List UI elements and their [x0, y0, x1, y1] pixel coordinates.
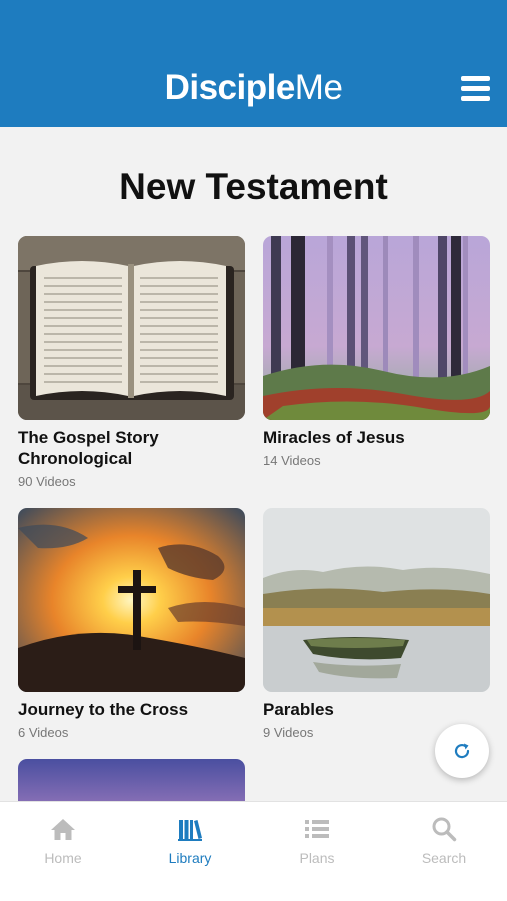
- tab-library[interactable]: Library: [127, 802, 253, 901]
- search-icon: [432, 817, 457, 842]
- library-icon: [178, 820, 202, 841]
- series-title: Parables: [263, 700, 334, 719]
- series-thumbnail-misty-forest: [263, 236, 490, 420]
- series-title: Journey to the Cross: [18, 700, 189, 719]
- app-header: DiscipleMe: [0, 0, 507, 127]
- page-title: New Testament: [119, 166, 388, 207]
- series-thumbnail-open-bible: [18, 236, 245, 420]
- list-icon: [305, 820, 329, 838]
- tab-home[interactable]: Home: [0, 802, 126, 901]
- home-icon: [51, 819, 75, 840]
- app-logo: DiscipleMe: [164, 68, 343, 107]
- series-title: The Gospel Story Chronological: [18, 428, 159, 468]
- series-thumbnail-boat-on-lake: [263, 508, 490, 692]
- series-title: Miracles of Jesus: [263, 428, 405, 447]
- tab-label: Search: [421, 850, 467, 866]
- refresh-button[interactable]: [435, 724, 489, 778]
- tab-label: Plans: [299, 850, 335, 866]
- tab-label: Home: [44, 850, 82, 866]
- series-video-count: 9 Videos: [263, 725, 314, 740]
- tab-label: Library: [168, 850, 212, 866]
- series-video-count: 14 Videos: [263, 453, 321, 468]
- series-video-count: 6 Videos: [18, 725, 69, 740]
- refresh-icon: [454, 743, 470, 759]
- hamburger-menu-icon[interactable]: [461, 76, 490, 102]
- series-thumbnail-cross-sunset: [18, 508, 245, 692]
- bottom-tab-bar: Home Library Plans Search: [0, 801, 507, 901]
- tab-search[interactable]: Search: [381, 802, 507, 901]
- series-video-count: 90 Videos: [18, 474, 76, 489]
- tab-plans[interactable]: Plans: [254, 802, 380, 901]
